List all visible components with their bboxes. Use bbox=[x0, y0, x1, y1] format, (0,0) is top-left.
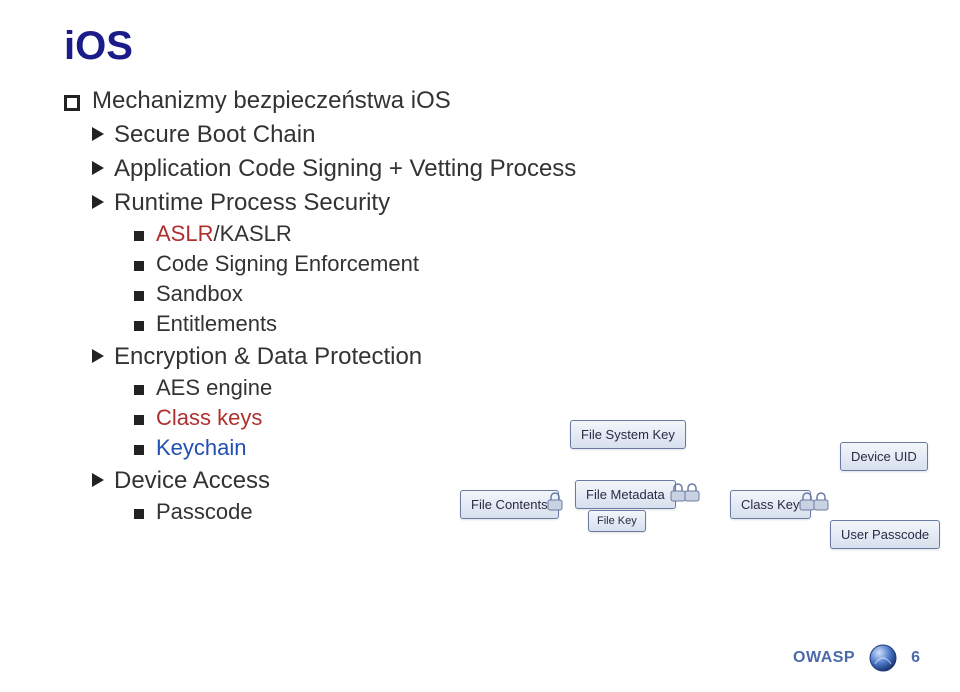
bullet-level2: Application Code Signing + Vetting Proce… bbox=[92, 155, 904, 183]
bullet-text: ASLR/KASLR bbox=[156, 221, 292, 247]
small-square-icon bbox=[134, 415, 144, 425]
bullet-text: Application Code Signing + Vetting Proce… bbox=[114, 155, 576, 183]
lock-icon bbox=[550, 492, 564, 512]
bullet-text: Device Access bbox=[114, 467, 270, 495]
bullet-text: Encryption & Data Protection bbox=[114, 343, 422, 371]
small-square-icon bbox=[134, 509, 144, 519]
bullet-text: Passcode bbox=[156, 499, 253, 525]
small-square-icon bbox=[134, 291, 144, 301]
triangle-bullet-icon bbox=[92, 127, 104, 141]
bullet-level3: Entitlements bbox=[134, 311, 904, 337]
box-file-key: File Key bbox=[588, 510, 646, 532]
triangle-bullet-icon bbox=[92, 195, 104, 209]
bullet-text: Keychain bbox=[156, 435, 247, 461]
triangle-bullet-icon bbox=[92, 349, 104, 363]
bullet-level3: AES engine bbox=[134, 375, 904, 401]
bullet-text: Entitlements bbox=[156, 311, 277, 337]
box-user-passcode: User Passcode bbox=[830, 520, 940, 549]
slide-title: iOS bbox=[64, 24, 904, 69]
bullet-level3: ASLR/KASLR bbox=[134, 221, 904, 247]
lock-icon bbox=[673, 483, 701, 503]
bullet-level2: Runtime Process Security bbox=[92, 189, 904, 217]
box-device-uid: Device UID bbox=[840, 442, 928, 471]
square-bullet-icon bbox=[64, 95, 80, 111]
bullet-text: Sandbox bbox=[156, 281, 243, 307]
bullet-main: Mechanizmy bezpieczeństwa iOS bbox=[64, 87, 904, 115]
bullet-text: Secure Boot Chain bbox=[114, 121, 315, 149]
bullet-text: Class keys bbox=[156, 405, 262, 431]
small-square-icon bbox=[134, 261, 144, 271]
triangle-bullet-icon bbox=[92, 161, 104, 175]
box-file-contents: File Contents bbox=[460, 490, 559, 519]
small-square-icon bbox=[134, 231, 144, 241]
triangle-bullet-icon bbox=[92, 473, 104, 487]
small-square-icon bbox=[134, 385, 144, 395]
small-square-icon bbox=[134, 321, 144, 331]
bullet-main-text: Mechanizmy bezpieczeństwa iOS bbox=[92, 87, 451, 115]
small-square-icon bbox=[134, 445, 144, 455]
footer: OWASP 6 bbox=[793, 644, 920, 672]
bullet-level3: Sandbox bbox=[134, 281, 904, 307]
aslr-prefix: ASLR bbox=[156, 221, 213, 246]
bullet-text: AES engine bbox=[156, 375, 272, 401]
bullet-level2: Secure Boot Chain bbox=[92, 121, 904, 149]
box-file-system-key: File System Key bbox=[570, 420, 686, 449]
box-file-metadata: File Metadata bbox=[575, 480, 676, 509]
bullet-text: Runtime Process Security bbox=[114, 189, 390, 217]
lock-icon bbox=[802, 492, 830, 512]
bullet-level2: Encryption & Data Protection bbox=[92, 343, 904, 371]
bullet-level3: Code Signing Enforcement bbox=[134, 251, 904, 277]
key-hierarchy-diagram: File System Key Device UID File Contents… bbox=[460, 420, 932, 600]
owasp-logo-icon bbox=[869, 644, 897, 672]
aslr-suffix: /KASLR bbox=[213, 221, 291, 246]
bullet-text: Code Signing Enforcement bbox=[156, 251, 419, 277]
owasp-brand: OWASP bbox=[793, 649, 855, 667]
page-number: 6 bbox=[911, 649, 920, 667]
